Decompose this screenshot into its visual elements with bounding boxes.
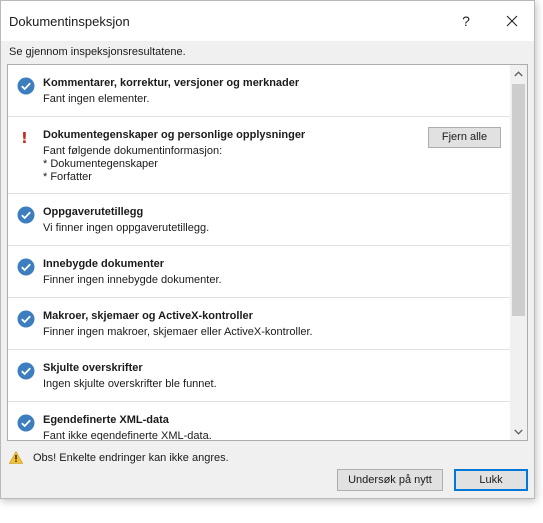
exclamation-icon: ! [21, 129, 28, 147]
results-list: Kommentarer, korrektur, versjoner og mer… [8, 65, 511, 441]
chevron-up-icon [514, 71, 523, 77]
result-heading: Kommentarer, korrektur, versjoner og mer… [43, 77, 300, 89]
result-item-comments: Kommentarer, korrektur, versjoner og mer… [8, 65, 511, 117]
result-detail: Fant følgende dokumentinformasjon: * Dok… [43, 145, 223, 183]
result-heading: Makroer, skjemaer og ActiveX-kontroller [43, 310, 253, 322]
inspect-again-button[interactable]: Undersøk på nytt [337, 469, 443, 491]
result-item-hidden-headings: Skjulte overskrifter Ingen skjulte overs… [8, 350, 511, 402]
result-heading: Dokumentegenskaper og personlige opplysn… [43, 129, 306, 141]
results-scrollbar[interactable] [510, 65, 527, 440]
result-item-document-properties: ! Dokumentegenskaper og personlige opply… [8, 117, 511, 194]
checkmark-circle-icon [17, 77, 35, 95]
inspection-results-panel: Kommentarer, korrektur, versjoner og mer… [7, 64, 528, 441]
result-detail: Vi finner ingen oppgaverutetillegg. [43, 222, 210, 234]
result-heading: Skjulte overskrifter [43, 362, 143, 374]
checkmark-circle-icon [17, 414, 35, 432]
result-item-embedded-documents: Innebygde dokumenter Finner ingen inneby… [8, 246, 511, 298]
result-detail: Fant ikke egendefinerte XML-data. [43, 430, 212, 441]
chevron-down-icon [514, 429, 523, 435]
checkmark-circle-icon [17, 206, 35, 224]
result-item-macros: Makroer, skjemaer og ActiveX-kontroller … [8, 298, 511, 350]
result-heading: Innebygde dokumenter [43, 258, 165, 270]
scroll-down-button[interactable] [510, 423, 527, 440]
scroll-thumb[interactable] [512, 84, 525, 316]
title-bar: Dokumentinspeksjon ? [1, 1, 534, 41]
result-item-task-pane-addins: Oppgaverutetillegg Vi finner ingen oppga… [8, 194, 511, 246]
result-detail: Ingen skjulte overskrifter ble funnet. [43, 378, 217, 390]
help-button[interactable]: ? [450, 7, 482, 35]
result-item-custom-xml: Egendefinerte XML-data Fant ikke egendef… [8, 402, 511, 441]
close-icon [506, 15, 518, 27]
warning-triangle-icon [9, 451, 23, 464]
result-heading: Oppgaverutetillegg [43, 206, 144, 218]
scroll-up-button[interactable] [510, 65, 527, 82]
remove-all-button[interactable]: Fjern alle [428, 127, 501, 148]
checkmark-circle-icon [17, 310, 35, 328]
result-heading: Egendefinerte XML-data [43, 414, 169, 426]
result-detail: Fant ingen elementer. [43, 93, 150, 105]
result-detail: Finner ingen makroer, skjemaer eller Act… [43, 326, 313, 338]
document-inspector-dialog: Dokumentinspeksjon ? Se gjennom inspeksj… [0, 0, 535, 499]
close-button[interactable]: Lukk [454, 469, 528, 491]
result-detail: Finner ingen innebygde dokumenter. [43, 274, 222, 286]
checkmark-circle-icon [17, 362, 35, 380]
irreversible-warning-text: Obs! Enkelte endringer kan ikke angres. [33, 452, 229, 464]
close-window-button[interactable] [495, 7, 529, 35]
checkmark-circle-icon [17, 258, 35, 276]
dialog-title: Dokumentinspeksjon [9, 14, 130, 29]
instructions-text: Se gjennom inspeksjonsresultatene. [9, 46, 186, 58]
